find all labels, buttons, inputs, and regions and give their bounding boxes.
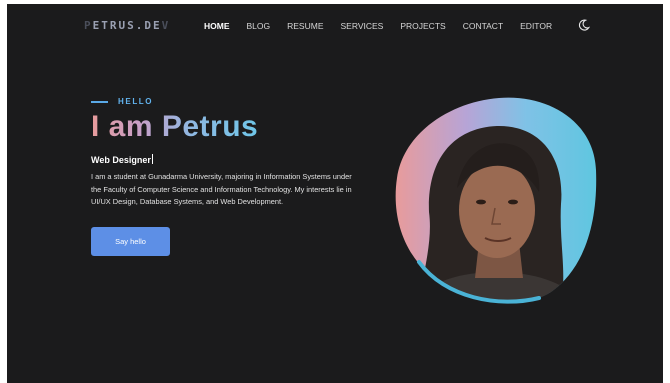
typing-caret	[151, 154, 153, 164]
logo-text: ETRUS.DE	[92, 19, 162, 32]
eyebrow-line	[91, 100, 108, 103]
hello-eyebrow: HELLO	[91, 97, 153, 106]
moon-icon[interactable]	[578, 19, 590, 31]
hero-bio: I am a student at Gunadarma University, …	[91, 172, 352, 206]
eyebrow-text: HELLO	[118, 97, 154, 106]
say-hello-button[interactable]: Say hello	[91, 227, 170, 256]
page: PETRUS.DEV HOME BLOG RESUME SERVICES PRO…	[7, 4, 663, 383]
profile-photo	[395, 97, 597, 304]
nav-editor[interactable]: EDITOR	[520, 21, 552, 31]
hero-headline: I am Petrus	[91, 110, 259, 143]
nav-menu: HOME BLOG RESUME SERVICES PROJECTS CONTA…	[204, 21, 569, 31]
site-logo[interactable]: PETRUS.DEV	[84, 19, 170, 32]
nav-home[interactable]: HOME	[204, 21, 230, 31]
logo-letter-start: P	[84, 19, 93, 32]
hero-role: Web Designer	[91, 154, 153, 165]
role-text: Web Designer	[91, 155, 151, 165]
nav-services[interactable]: SERVICES	[341, 21, 384, 31]
top-navbar: PETRUS.DEV HOME BLOG RESUME SERVICES PRO…	[7, 4, 663, 48]
logo-letter-end: V	[161, 19, 171, 32]
nav-projects[interactable]: PROJECTS	[400, 21, 445, 31]
nav-contact[interactable]: CONTACT	[463, 21, 503, 31]
nav-blog[interactable]: BLOG	[247, 21, 271, 31]
nav-resume[interactable]: RESUME	[287, 21, 323, 31]
